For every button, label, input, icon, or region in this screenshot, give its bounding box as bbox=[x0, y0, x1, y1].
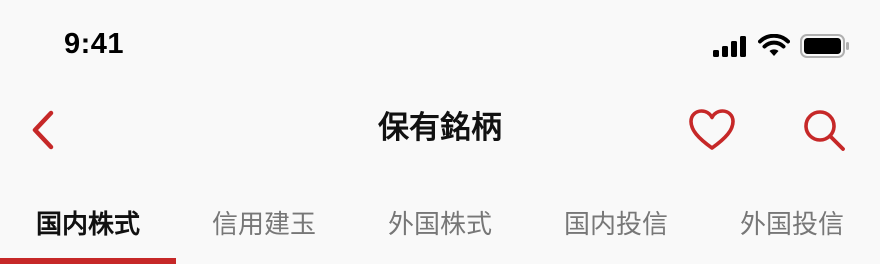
search-button[interactable] bbox=[796, 108, 852, 156]
active-tab-indicator bbox=[0, 258, 176, 264]
tab-foreign-funds[interactable]: 外国投信 bbox=[704, 188, 880, 264]
status-bar: 9:41 bbox=[0, 0, 880, 88]
status-time: 9:41 bbox=[64, 28, 125, 60]
tab-margin-positions[interactable]: 信用建玉 bbox=[176, 188, 352, 264]
tab-label: 国内投信 bbox=[563, 210, 668, 240]
tab-domestic-funds[interactable]: 国内投信 bbox=[528, 188, 704, 264]
page-title: 保有銘柄 bbox=[378, 110, 502, 146]
battery-icon bbox=[800, 34, 850, 58]
navigation-bar: 保有銘柄 bbox=[0, 88, 880, 174]
search-icon bbox=[801, 107, 847, 157]
tab-label: 外国投信 bbox=[739, 210, 844, 240]
tab-label: 国内株式 bbox=[35, 210, 140, 240]
cellular-signal-icon bbox=[712, 35, 748, 57]
status-icons bbox=[712, 34, 850, 58]
tab-foreign-stocks[interactable]: 外国株式 bbox=[352, 188, 528, 264]
screen: 9:41 保有銘柄 国内株式 信用建玉 外国株式 国内投信 外国投信 bbox=[0, 0, 880, 264]
tab-domestic-stocks[interactable]: 国内株式 bbox=[0, 188, 176, 264]
tab-label: 信用建玉 bbox=[211, 210, 316, 240]
wifi-icon bbox=[758, 34, 790, 58]
heart-icon bbox=[689, 109, 735, 155]
tab-label: 外国株式 bbox=[387, 210, 492, 240]
asset-tab-bar: 国内株式 信用建玉 外国株式 国内投信 外国投信 bbox=[0, 188, 880, 264]
favorite-button[interactable] bbox=[684, 108, 740, 156]
